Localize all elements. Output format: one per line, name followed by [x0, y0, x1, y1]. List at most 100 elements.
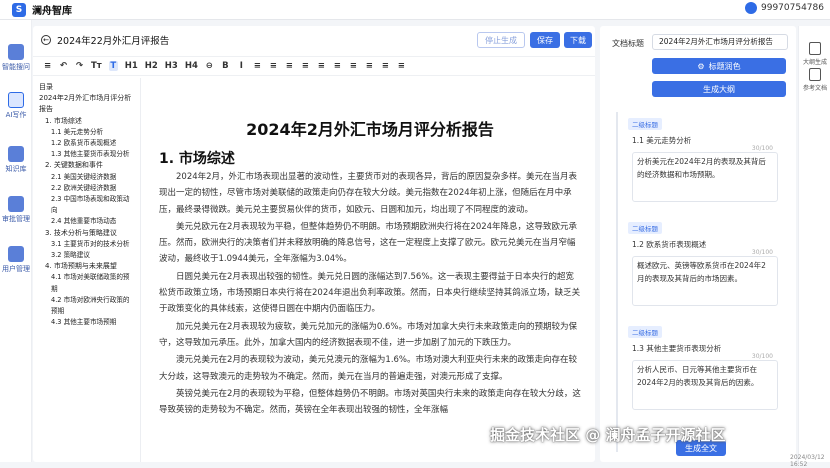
card-text: 分析美元在2024年2月的表现及其背后的经济数据和市场预期。 — [637, 157, 766, 179]
title-input[interactable]: 2024年2月外汇市场月评分析报告 — [652, 34, 788, 50]
toc-item[interactable]: 4. 市场预期与未来展望 — [39, 261, 134, 272]
knowledge-icon — [8, 146, 24, 162]
reference-doc-icon — [809, 68, 821, 81]
toolbar-button[interactable]: H1 — [125, 61, 138, 71]
editor-panel: ← 2024年22月外汇月评报告 停止生成 保存 下载 ≡ ↶ ↷ Tт T H1 H2 H3… — [33, 26, 595, 462]
outline-gen-tab[interactable]: 大纲生成 — [799, 42, 830, 66]
toc-item[interactable]: 2.2 欧洲关键经济数据 — [39, 183, 134, 194]
toc-item[interactable]: 目录 — [39, 82, 134, 93]
toolbar-button[interactable]: ≡ — [381, 61, 390, 71]
paragraph: 澳元兑美元在2月的表现较为波动，美元兑澳元的涨幅为1.6%。市场对澳大利亚央行未… — [159, 355, 578, 382]
avatar-icon — [745, 2, 757, 14]
toolbar-button[interactable]: ≡ — [333, 61, 342, 71]
paragraph: 美元兑欧元在2月表现较为平稳，但整体趋势仍不明朗。市场预期欧洲央行将在2024年… — [159, 221, 578, 265]
search-chat-icon — [8, 44, 24, 60]
toolbar-button[interactable]: ≡ — [269, 61, 278, 71]
nav-item-users[interactable]: 用户管理 — [0, 246, 32, 274]
toolbar-button[interactable]: ≡ — [285, 61, 294, 71]
outline-card[interactable]: 二级标题 1.2 欧系货币表现概述 30/100 概述欧元、英镑等欧系货币在2024年… — [618, 216, 788, 306]
polish-icon: ⚙ — [697, 61, 705, 71]
toc-item[interactable]: 2.4 其他重要市场动态 — [39, 216, 134, 227]
outline-card[interactable]: 二级标题 1.1 美元走势分析 30/100 分析美元在2024年2月的表现及其背后的… — [618, 112, 788, 202]
nav-label: 用户管理 — [2, 265, 30, 273]
toolbar-button[interactable]: H3 — [165, 61, 178, 71]
paragraph: 加元兑美元在2月表现较为疲软，美元兑加元的涨幅为0.6%。市场对加拿大央行未来政… — [159, 321, 578, 348]
card-description[interactable]: 30/100 分析人民币、日元等其他主要货币在2024年2月的表现及其背后的因素。 — [632, 353, 778, 410]
user-info[interactable]: 99970754786 — [745, 2, 824, 14]
toolbar-button[interactable]: T — [108, 61, 118, 71]
toolbar-button[interactable]: H4 — [185, 61, 198, 71]
download-button[interactable]: 下载 — [564, 32, 592, 48]
card-description[interactable]: 30/100 概述欧元、英镑等欧系货币在2024年2月的表现及其背后的市场因素。 — [632, 249, 778, 306]
toolbar-button[interactable]: ≡ — [43, 61, 52, 71]
toc-item[interactable]: 4.2 市场对欧洲央行政策的预期 — [39, 295, 134, 317]
toolbar-button[interactable]: ⊖ — [205, 61, 214, 71]
card-description[interactable]: 30/100 分析美元在2024年2月的表现及其背后的经济数据和市场预期。 — [632, 145, 778, 202]
toc-item[interactable]: 1.2 欧系货币表现概述 — [39, 138, 134, 149]
toc-item[interactable]: 2024年2月外汇市场月评分析报告 — [39, 93, 134, 115]
card-text: 概述欧元、英镑等欧系货币在2024年2月的表现及其背后的市场因素。 — [637, 261, 766, 283]
toolbar-button[interactable]: ≡ — [397, 61, 406, 71]
rside-label: 大纲生成 — [802, 59, 827, 66]
corner-timestamp: 2024/03/12 16:52 — [790, 454, 825, 468]
reference-doc-tab[interactable]: 参考文档 — [799, 68, 830, 92]
document-editor[interactable]: 2024年2月外汇市场月评分析报告 1. 市场综述 2024年2月，外汇市场表现… — [145, 78, 595, 462]
nav-item-knowledge[interactable]: 知识库 — [0, 146, 32, 174]
toc-item[interactable]: 3.2 策略建议 — [39, 250, 134, 261]
level-badge: 二级标题 — [628, 118, 662, 130]
toolbar-button[interactable]: ≡ — [253, 61, 262, 71]
toc-item[interactable]: 1.1 美元走势分析 — [39, 127, 134, 138]
toc-item[interactable]: 2.1 美国关键经济数据 — [39, 172, 134, 183]
toolbar-button[interactable]: ≡ — [365, 61, 374, 71]
back-icon[interactable]: ← — [41, 35, 51, 45]
toolbar-button[interactable]: ↶ — [59, 61, 68, 71]
stop-generate-button[interactable]: 停止生成 — [477, 32, 525, 48]
toc-item[interactable]: 1.3 其他主要货币表现分析 — [39, 149, 134, 160]
nav-item-approval[interactable]: 审批管理 — [0, 196, 32, 224]
nav-item-search[interactable]: 智能搜问 — [0, 44, 32, 72]
toolbar-button[interactable]: Tт — [91, 61, 102, 71]
logo-icon: S — [12, 2, 26, 17]
app-logo[interactable]: S 澜舟智库 — [12, 2, 72, 17]
toolbar-button[interactable]: ≡ — [301, 61, 310, 71]
left-nav: 智能搜问 AI写作 知识库 审批管理 用户管理 — [0, 20, 32, 462]
toc-item[interactable]: 3. 技术分析与策略建议 — [39, 228, 134, 239]
right-sidebar: 大纲生成 参考文档 — [798, 26, 830, 462]
table-of-contents: 目录 2024年2月外汇市场月评分析报告 1. 市场综述 1.1 美元走势分析 1.2 … — [33, 78, 141, 462]
toc-item[interactable]: 4.3 其他主要市场预期 — [39, 317, 134, 328]
user-phone: 99970754786 — [761, 3, 824, 13]
save-button[interactable]: 保存 — [530, 32, 560, 48]
nav-item-ai-write[interactable]: AI写作 — [0, 92, 32, 120]
toolbar-button[interactable]: B — [221, 61, 230, 71]
paragraph: 日圆兑美元在2月表现出较强的韧性。美元兑日圆的涨幅达到7.56%。这一表现主要得… — [159, 271, 581, 315]
toc-item[interactable]: 3.1 主要货币对的技术分析 — [39, 239, 134, 250]
char-count: 30/100 — [751, 145, 773, 152]
level-badge: 二级标题 — [628, 326, 662, 338]
toolbar-button[interactable]: H2 — [145, 61, 158, 71]
toc-item[interactable]: 2.3 中国市场表现和政策动向 — [39, 194, 134, 216]
page-title: 2024年22月外汇月评报告 — [57, 36, 170, 47]
toc-item[interactable]: 4.1 市场对美联储政策的预期 — [39, 272, 134, 294]
paragraph: 英镑兑美元在2月的表现较为平稳，但整体趋势仍不明朗。市场对英国央行未来的政策走向… — [159, 388, 581, 416]
polish-title-button[interactable]: ⚙ 标题润色 — [652, 58, 786, 74]
nav-label: 知识库 — [5, 165, 27, 173]
toolbar-button[interactable]: ≡ — [317, 61, 326, 71]
polish-label: 标题润色 — [708, 61, 741, 71]
section-heading: 1. 市场综述 — [159, 151, 235, 167]
outline-panel: 文档标题 2024年2月外汇市场月评分析报告 ⚙ 标题润色 生成大纲 二级标题 1.… — [600, 26, 796, 462]
approval-icon — [8, 196, 24, 212]
toc-item[interactable]: 2. 关键数据和事件 — [39, 160, 134, 171]
toolbar-button[interactable]: ↷ — [75, 61, 84, 71]
char-count: 30/100 — [751, 353, 773, 360]
toolbar-button[interactable]: I — [237, 61, 246, 71]
toolbar-button[interactable]: ≡ — [349, 61, 358, 71]
rside-label: 参考文档 — [802, 85, 827, 92]
document-body: 2024年2月，外汇市场表现出显著的波动性，主要货币对的表现各异，背后的原因复杂… — [159, 169, 581, 418]
toc-item[interactable]: 1. 市场综述 — [39, 116, 134, 127]
card-text: 分析人民币、日元等其他主要货币在2024年2月的表现及其背后的因素。 — [637, 365, 759, 387]
outline-card[interactable]: 二级标题 1.3 其他主要货币表现分析 30/100 分析人民币、日元等其他主要货币在… — [618, 320, 788, 410]
outline-list: 二级标题 1.1 美元走势分析 30/100 分析美元在2024年2月的表现及其背后的… — [616, 112, 788, 452]
nav-label: 智能搜问 — [2, 63, 30, 71]
users-icon — [8, 246, 24, 262]
generate-outline-button[interactable]: 生成大纲 — [652, 81, 786, 97]
